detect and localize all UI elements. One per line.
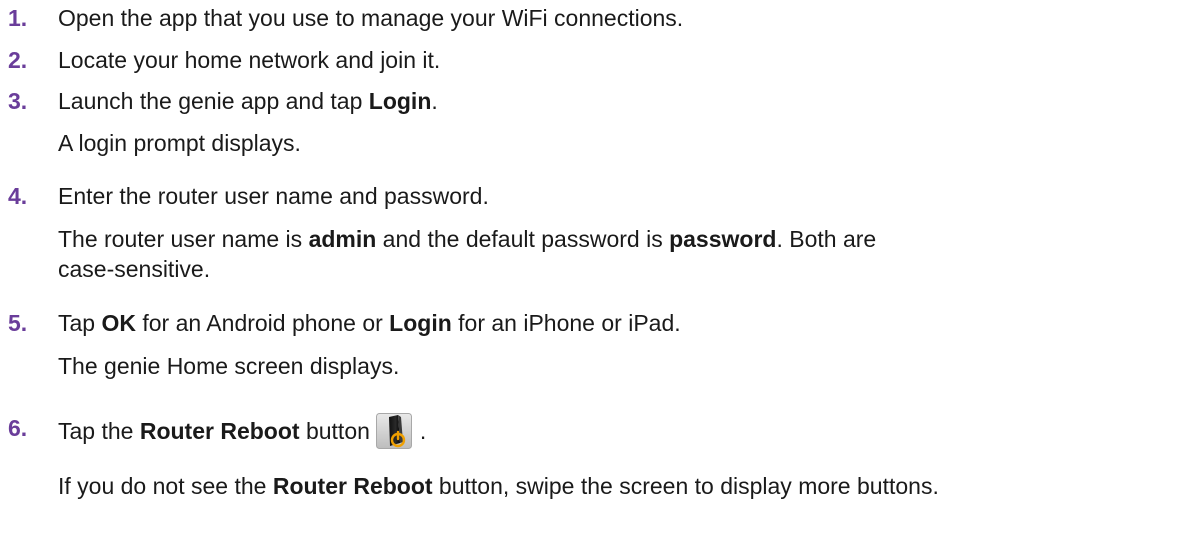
text-run: . Both are — [776, 226, 877, 252]
bold-term: Login — [389, 310, 452, 336]
step-note: case-sensitive. — [58, 256, 211, 282]
text-run: The router user name is — [58, 226, 309, 252]
text-run: . — [431, 88, 438, 114]
step-number: 3. — [8, 88, 28, 114]
bold-term: Router Reboot — [272, 473, 433, 499]
text-run: Tap the — [58, 418, 140, 444]
text-run: for an iPhone or iPad. — [451, 310, 681, 336]
bold-term: OK — [101, 310, 136, 336]
router-reboot-icon — [375, 413, 412, 449]
step-text: Enter the router user name and password. — [58, 183, 489, 209]
instruction-document: 1. Open the app that you use to manage y… — [0, 0, 1185, 550]
step-number: 2. — [8, 47, 28, 73]
step-text: Tap the Router Reboot button . — [58, 413, 426, 449]
step-text: Launch the genie app and tap Login. — [58, 86, 438, 116]
text-run: for an Android phone or — [135, 310, 390, 336]
text-run: If you do not see the — [58, 473, 273, 499]
step-number: 4. — [8, 183, 28, 209]
text-run: . — [419, 418, 427, 444]
step-result: The genie Home screen displays. — [58, 353, 400, 379]
bold-term: admin — [308, 226, 377, 252]
step-note: The router user name is admin and the de… — [58, 224, 876, 254]
text-run: button — [299, 418, 370, 444]
text-run: Launch the genie app and tap — [58, 88, 369, 114]
bold-term: password — [669, 226, 777, 252]
text-run: button, swipe the screen to display more… — [432, 473, 939, 499]
bold-term: Router Reboot — [139, 418, 300, 444]
bold-term: Login — [368, 88, 432, 114]
step-number: 1. — [8, 5, 28, 31]
step-text: Locate your home network and join it. — [58, 47, 441, 73]
step-text: Open the app that you use to manage your… — [58, 5, 684, 31]
text-run: Tap — [58, 310, 102, 336]
step-note: If you do not see the Router Reboot butt… — [58, 471, 939, 501]
step-text: Tap OK for an Android phone or Login for… — [58, 308, 681, 338]
step-number: 5. — [8, 310, 28, 336]
step-number: 6. — [8, 415, 28, 441]
step-result: A login prompt displays. — [58, 130, 301, 156]
text-run: and the default password is — [376, 226, 670, 252]
